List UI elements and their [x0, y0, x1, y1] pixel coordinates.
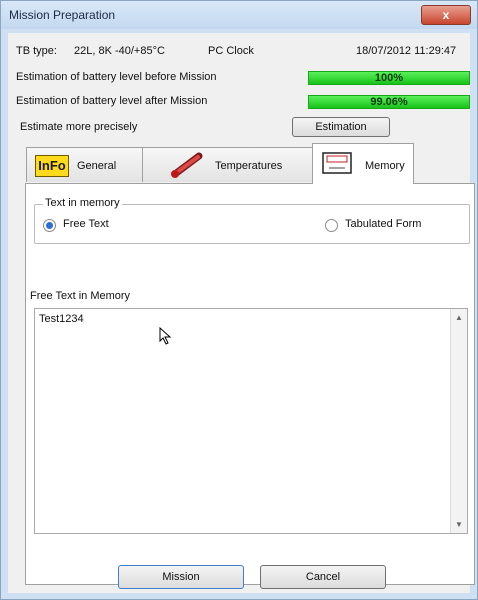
dialog-content: TB type: 22L, 8K -40/+85°C PC Clock 18/0… [8, 33, 475, 593]
tb-type-label: TB type: [16, 45, 57, 57]
tab-memory-label: Memory [365, 160, 405, 172]
mission-button[interactable]: Mission [118, 565, 244, 589]
text-in-memory-legend: Text in memory [43, 197, 122, 209]
text-in-memory-group: Text in memory Free Text Tabulated Form [34, 197, 470, 244]
free-text-in-memory-label: Free Text in Memory [30, 290, 131, 302]
tabulated-form-radio[interactable] [325, 219, 338, 232]
tab-temperatures[interactable]: Temperatures [142, 147, 314, 182]
tab-general[interactable]: InFo General [26, 147, 144, 182]
battery-after-bar: 99.06% [308, 95, 470, 109]
thermometer-icon [169, 152, 205, 181]
free-text-in-memory-textarea[interactable]: Test1234 ▲ ▼ [34, 308, 468, 534]
tb-type-value: 22L, 8K -40/+85°C [74, 45, 165, 57]
tabulated-form-label: Tabulated Form [345, 218, 422, 230]
scroll-up-icon[interactable]: ▲ [455, 313, 463, 322]
tab-temperatures-label: Temperatures [215, 160, 283, 172]
battery-before-bar: 100% [308, 71, 470, 85]
textarea-value: Test1234 [39, 313, 84, 325]
battery-after-value: 99.06% [370, 96, 408, 108]
free-text-radio[interactable] [43, 219, 56, 232]
info-icon: InFo [35, 155, 69, 177]
estimation-button[interactable]: Estimation [292, 117, 390, 137]
tab-general-label: General [77, 160, 117, 172]
scroll-down-icon[interactable]: ▼ [455, 520, 463, 529]
free-text-label: Free Text [63, 218, 109, 230]
battery-before-value: 100% [374, 72, 404, 84]
window-title: Mission Preparation [9, 8, 116, 22]
pc-clock-value: 18/07/2012 11:29:47 [356, 45, 457, 57]
mouse-cursor-icon [159, 326, 173, 348]
estimate-label: Estimate more precisely [20, 121, 138, 133]
mission-preparation-window: Mission Preparation x TB type: 22L, 8K -… [0, 0, 478, 600]
battery-after-label: Estimation of battery level after Missio… [16, 95, 208, 107]
close-button[interactable]: x [421, 5, 471, 25]
cancel-button[interactable]: Cancel [260, 565, 386, 589]
title-bar: Mission Preparation x [1, 1, 477, 29]
battery-before-label: Estimation of battery level before Missi… [16, 71, 217, 83]
memory-card-icon [321, 150, 355, 181]
pc-clock-label: PC Clock [208, 45, 254, 57]
memory-panel: Text in memory Free Text Tabulated Form … [25, 183, 475, 585]
tab-memory[interactable]: Memory [312, 143, 414, 184]
textarea-scrollbar[interactable]: ▲ ▼ [450, 309, 467, 533]
